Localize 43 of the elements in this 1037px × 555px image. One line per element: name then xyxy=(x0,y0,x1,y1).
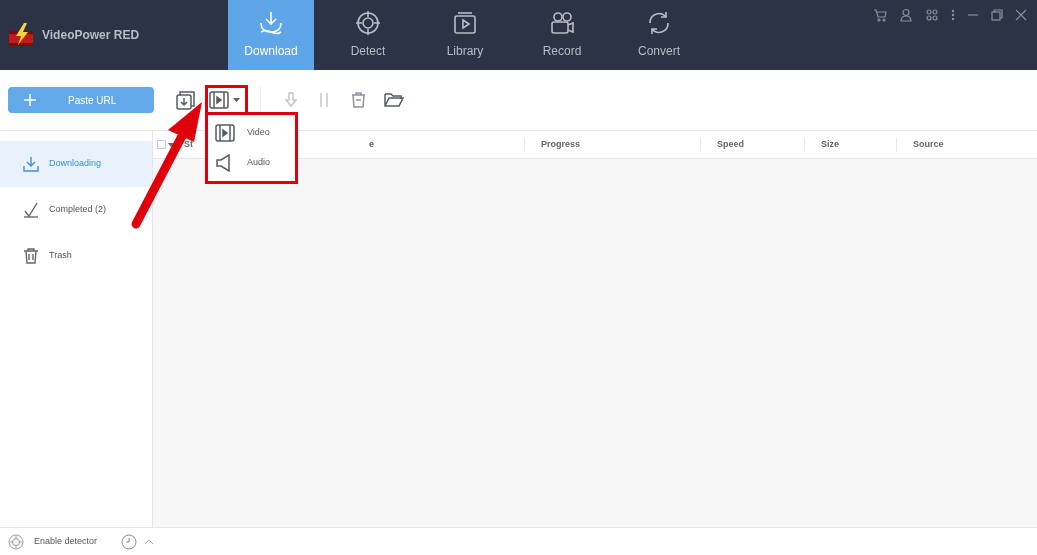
logo-icon xyxy=(8,23,34,47)
command-icon[interactable] xyxy=(925,8,939,22)
user-icon[interactable] xyxy=(899,8,913,22)
menu-item[interactable]: Video xyxy=(215,124,295,142)
film-icon xyxy=(209,91,229,109)
format-dropdown[interactable] xyxy=(209,91,240,109)
column-header[interactable]: St xyxy=(184,137,193,152)
target-icon xyxy=(355,10,381,36)
enable-detector-label[interactable]: Enable detector xyxy=(34,534,98,549)
trash-icon xyxy=(23,248,39,264)
camera-icon xyxy=(549,10,575,36)
column-header[interactable]: Size xyxy=(821,137,839,152)
more-icon[interactable] xyxy=(951,8,955,22)
caret-icon xyxy=(233,98,240,102)
column-header[interactable]: Speed xyxy=(717,137,744,152)
column-header[interactable]: Source xyxy=(913,137,944,152)
nav-tab[interactable]: Convert xyxy=(616,0,702,70)
menu-item[interactable]: Audio xyxy=(215,154,295,172)
download-tray-icon xyxy=(258,10,284,36)
restore-icon[interactable] xyxy=(991,8,1003,22)
film-icon xyxy=(215,124,235,142)
download-icon xyxy=(23,156,39,172)
checkmark-icon xyxy=(23,202,39,218)
column-header[interactable]: Progress xyxy=(541,137,581,152)
crosshair-icon[interactable] xyxy=(8,533,24,550)
refresh-icon xyxy=(646,10,672,36)
column-header[interactable]: e xyxy=(369,137,374,152)
close-icon[interactable] xyxy=(1015,8,1027,22)
plus-icon xyxy=(24,94,36,106)
trash-icon[interactable] xyxy=(351,92,366,108)
select-all-checkbox[interactable] xyxy=(157,140,174,149)
clock-icon[interactable] xyxy=(121,533,138,550)
sidebar-item[interactable]: Completed (2) xyxy=(0,187,152,233)
nav-tab[interactable]: Record xyxy=(519,0,605,70)
import-icon[interactable] xyxy=(176,90,195,110)
folder-icon[interactable] xyxy=(384,92,404,108)
nav-tab[interactable]: Library xyxy=(422,0,508,70)
chevron-up-icon[interactable] xyxy=(145,539,154,544)
app-title: VideoPower RED xyxy=(42,27,140,44)
play-screen-icon xyxy=(452,10,478,36)
sidebar-item[interactable]: Trash xyxy=(0,233,152,279)
cart-icon[interactable] xyxy=(873,8,887,22)
nav-tab[interactable]: Detect xyxy=(325,0,411,70)
